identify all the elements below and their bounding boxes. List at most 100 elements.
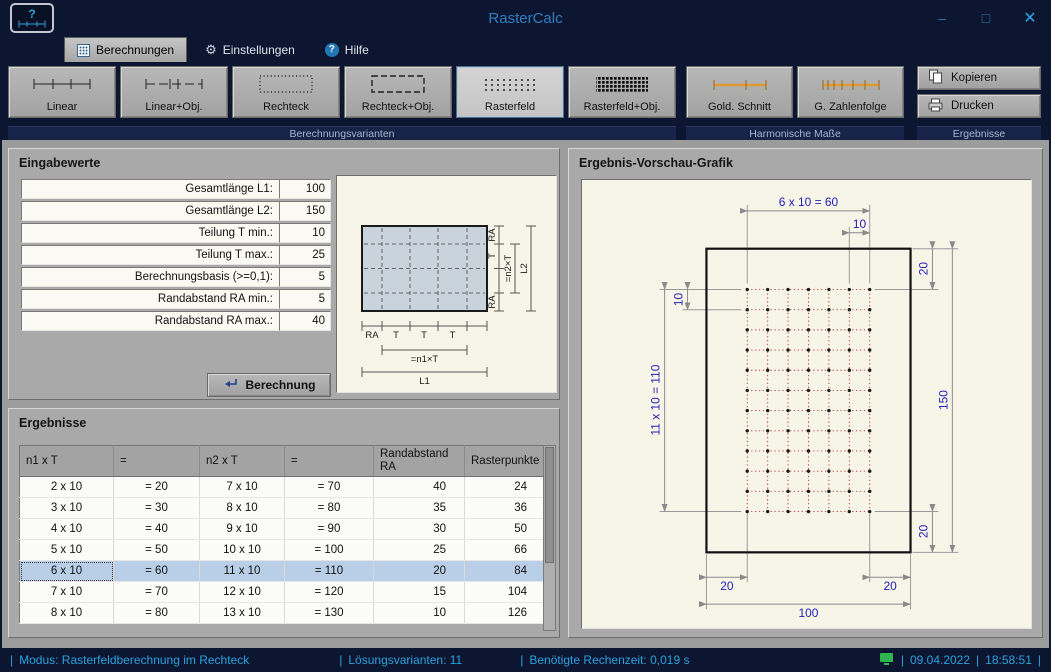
randabstand-ra-max-field[interactable]: 40 [279, 311, 331, 331]
table-row[interactable]: 4 x 10= 409 x 10= 903050 [20, 519, 544, 540]
input-label: Teilung T max.: [21, 245, 279, 265]
table-cell[interactable]: 10 [374, 603, 465, 624]
gold-schnitt-icon [708, 72, 772, 96]
table-cell[interactable]: 13 x 10 [200, 603, 285, 624]
table-cell[interactable]: 3 x 10 [20, 498, 114, 519]
button-label: Gold. Schnitt [708, 101, 771, 113]
table-cell[interactable]: 8 x 10 [20, 603, 114, 624]
table-cell[interactable]: 15 [374, 582, 465, 603]
table-cell[interactable]: = 20 [114, 477, 200, 498]
close-button[interactable]: ✕ [1021, 8, 1039, 28]
table-cell[interactable]: 8 x 10 [200, 498, 285, 519]
table-cell[interactable]: 12 x 10 [200, 582, 285, 603]
maximize-button[interactable]: □ [977, 10, 995, 26]
table-cell[interactable]: 10 x 10 [200, 540, 285, 561]
drucken-button[interactable]: Drucken [917, 94, 1041, 118]
table-cell[interactable]: 126 [465, 603, 544, 624]
minimize-button[interactable]: – [933, 10, 951, 26]
table-cell[interactable]: = 70 [114, 582, 200, 603]
table-cell[interactable]: 11 x 10 [200, 561, 285, 582]
table-cell[interactable]: 25 [374, 540, 465, 561]
linear-obj-button[interactable]: Linear+Obj. [120, 66, 228, 118]
table-cell[interactable]: = 30 [114, 498, 200, 519]
results-table-body: 2 x 10= 207 x 10= 7040243 x 10= 308 x 10… [20, 477, 544, 624]
berechnung-button[interactable]: Berechnung [207, 373, 331, 397]
table-row[interactable]: 3 x 10= 308 x 10= 803536 [20, 498, 544, 519]
table-cell[interactable]: 35 [374, 498, 465, 519]
raster-grid-points [746, 288, 872, 513]
results-scrollbar[interactable] [543, 445, 556, 631]
table-cell[interactable]: 4 x 10 [20, 519, 114, 540]
toolbar-group-harmonische-masse: Gold. Schnitt G. Zahlenfolge Harmonische… [686, 66, 904, 118]
input-label: Berechnungsbasis (>=0,1): [21, 267, 279, 287]
tab-label: Hilfe [345, 43, 369, 57]
gold-schnitt-button[interactable]: Gold. Schnitt [686, 66, 793, 118]
gear-icon: ⚙ [205, 43, 217, 56]
panel-title: Ergebnisse [9, 409, 559, 430]
table-cell[interactable]: = 100 [285, 540, 374, 561]
rasterfeld-obj-button[interactable]: Rasterfeld+Obj. [568, 66, 676, 118]
table-cell[interactable]: 40 [374, 477, 465, 498]
table-cell[interactable]: 20 [374, 561, 465, 582]
linear-button[interactable]: Linear [8, 66, 116, 118]
berechnungsbasis-field[interactable]: 5 [279, 267, 331, 287]
tab-einstellungen[interactable]: ⚙ Einstellungen [193, 37, 307, 62]
teilung-t-max-field[interactable]: 25 [279, 245, 331, 265]
table-cell[interactable]: 2 x 10 [20, 477, 114, 498]
table-row[interactable]: 8 x 10= 8013 x 10= 13010126 [20, 603, 544, 624]
table-cell[interactable]: = 80 [285, 498, 374, 519]
rechteck-obj-icon [366, 72, 430, 96]
dim-label-right: 150 [936, 390, 950, 410]
table-cell[interactable]: 24 [465, 477, 544, 498]
table-row[interactable]: 5 x 10= 5010 x 10= 1002566 [20, 540, 544, 561]
table-cell[interactable]: 5 x 10 [20, 540, 114, 561]
window-title: RasterCalc [0, 0, 1051, 36]
table-cell[interactable]: = 120 [285, 582, 374, 603]
dim-label-bottom: 100 [799, 606, 819, 620]
preview-canvas: 6 x 10 = 60 10 10 11 x 10 = 110 20 150 2… [581, 179, 1032, 629]
col-header-randabstand: Randabstand RA [374, 446, 465, 477]
linear-obj-icon [142, 72, 206, 96]
table-cell[interactable]: 7 x 10 [200, 477, 285, 498]
table-cell[interactable]: = 60 [114, 561, 200, 582]
table-cell[interactable]: = 70 [285, 477, 374, 498]
tab-label: Einstellungen [223, 43, 295, 57]
table-cell[interactable]: 50 [465, 519, 544, 540]
table-cell[interactable]: 66 [465, 540, 544, 561]
zahlenfolge-button[interactable]: G. Zahlenfolge [797, 66, 904, 118]
table-cell[interactable]: = 50 [114, 540, 200, 561]
tab-hilfe[interactable]: ? Hilfe [313, 37, 381, 62]
button-label: Rechteck+Obj. [362, 101, 434, 113]
schema-svg: RA T T T =n1×T L1 [337, 176, 556, 392]
rechteck-obj-button[interactable]: Rechteck+Obj. [344, 66, 452, 118]
table-cell[interactable]: = 40 [114, 519, 200, 540]
input-label: Randabstand RA max.: [21, 311, 279, 331]
tab-berechnungen[interactable]: Berechnungen [64, 37, 187, 62]
rechteck-button[interactable]: Rechteck [232, 66, 340, 118]
table-cell[interactable]: = 130 [285, 603, 374, 624]
table-cell[interactable]: 7 x 10 [20, 582, 114, 603]
rasterfeld-button[interactable]: Rasterfeld [456, 66, 564, 118]
table-cell[interactable]: 36 [465, 498, 544, 519]
separator: | [520, 653, 523, 667]
randabstand-ra-min-field[interactable]: 5 [279, 289, 331, 309]
scrollbar-thumb[interactable] [545, 447, 554, 563]
gesamtlaenge-l2-field[interactable]: 150 [279, 201, 331, 221]
teilung-t-min-field[interactable]: 10 [279, 223, 331, 243]
table-cell[interactable]: 84 [465, 561, 544, 582]
table-cell[interactable]: 30 [374, 519, 465, 540]
table-row[interactable]: 6 x 10= 6011 x 10= 1102084 [20, 561, 544, 582]
table-cell[interactable]: 9 x 10 [200, 519, 285, 540]
col-header-eq1: = [114, 446, 200, 477]
table-cell[interactable]: = 90 [285, 519, 374, 540]
table-row[interactable]: 2 x 10= 207 x 10= 704024 [20, 477, 544, 498]
table-cell[interactable]: 6 x 10 [20, 561, 114, 582]
table-cell[interactable]: = 80 [114, 603, 200, 624]
table-cell[interactable]: 104 [465, 582, 544, 603]
enter-arrow-icon [222, 378, 238, 393]
gesamtlaenge-l1-field[interactable]: 100 [279, 179, 331, 199]
table-row[interactable]: 7 x 10= 7012 x 10= 12015104 [20, 582, 544, 603]
kopieren-button[interactable]: Kopieren [917, 66, 1041, 90]
table-cell[interactable]: = 110 [285, 561, 374, 582]
panel-title: Ergebnis-Vorschau-Grafik [569, 149, 1042, 170]
